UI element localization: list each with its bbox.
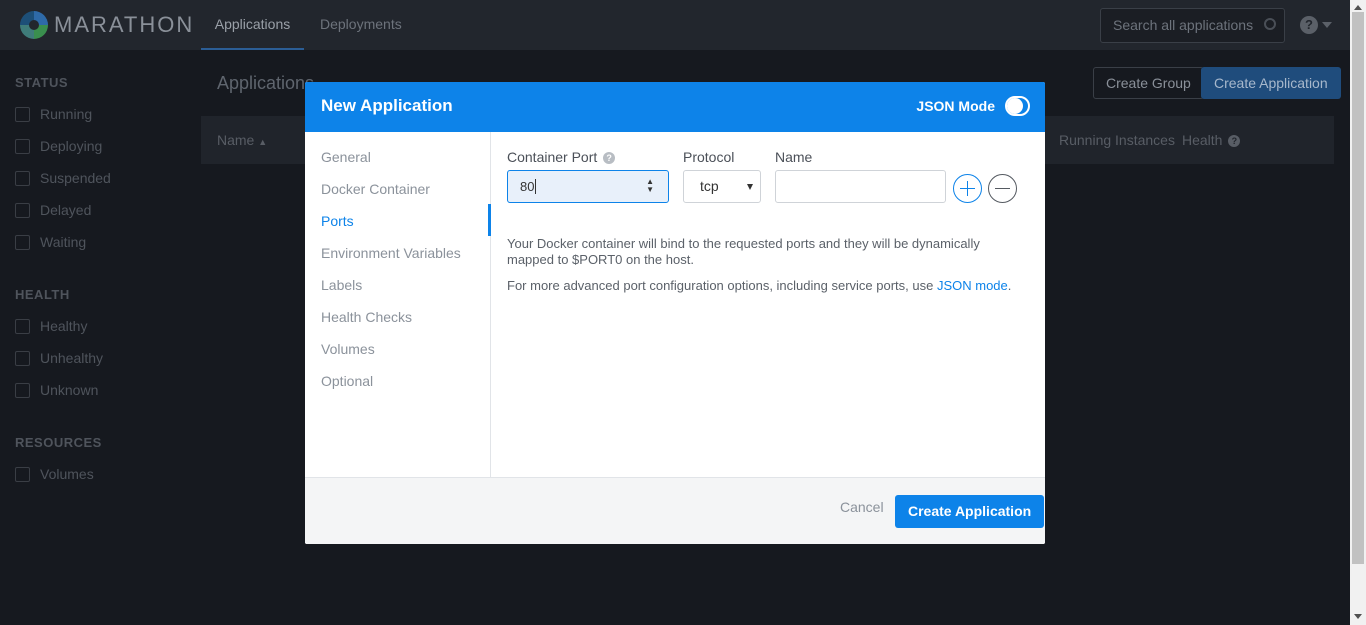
container-port-label: Container Port ?	[507, 149, 616, 165]
filter-label: Delayed	[40, 202, 92, 218]
column-health-label: Health	[1182, 132, 1223, 148]
protocol-select[interactable]: tcp	[683, 170, 761, 203]
filter-unknown[interactable]: Unknown	[15, 382, 98, 398]
page-scrollbar[interactable]	[1350, 0, 1366, 625]
nav-docker-container[interactable]: Docker Container	[321, 181, 430, 197]
health-heading: HEALTH	[15, 287, 70, 302]
minus-icon	[995, 188, 1010, 189]
scroll-down-icon[interactable]	[1354, 614, 1362, 619]
scroll-up-icon[interactable]	[1354, 5, 1362, 10]
status-heading: STATUS	[15, 75, 69, 90]
filter-waiting[interactable]: Waiting	[15, 234, 86, 250]
filter-delayed[interactable]: Delayed	[15, 202, 91, 218]
chevron-down-icon[interactable]	[1322, 22, 1332, 28]
add-port-button[interactable]	[953, 174, 982, 203]
filter-volumes[interactable]: Volumes	[15, 466, 94, 482]
search-placeholder: Search all applications	[1113, 17, 1254, 33]
ports-help-text: Your Docker container will bind to the r…	[507, 236, 980, 267]
new-application-modal: New Application JSON Mode General Docker…	[305, 82, 1045, 544]
text-cursor	[535, 179, 541, 194]
sort-asc-icon: ▲	[258, 137, 268, 147]
create-group-button[interactable]: Create Group	[1093, 67, 1204, 99]
filter-label: Healthy	[40, 318, 88, 334]
checkbox[interactable]	[15, 170, 30, 186]
nav-health-checks[interactable]: Health Checks	[321, 309, 412, 325]
logo-text: MARATHON	[54, 12, 195, 37]
modal-header: New Application JSON Mode	[305, 82, 1045, 132]
json-mode-link[interactable]: JSON mode	[937, 278, 1008, 293]
filter-label: Volumes	[40, 466, 94, 482]
page-title: Applications	[217, 73, 315, 93]
filter-healthy[interactable]: Healthy	[15, 318, 87, 334]
create-application-submit-button[interactable]: Create Application	[895, 495, 1045, 528]
filter-label: Unhealthy	[40, 350, 104, 366]
help-icon: ?	[1228, 135, 1241, 147]
checkbox[interactable]	[15, 202, 30, 218]
top-navbar: MARATHON Applications Deployments Search…	[0, 0, 1350, 50]
advanced-help-suffix: .	[1007, 278, 1012, 293]
marathon-logo[interactable]: MARATHON	[20, 11, 194, 39]
nav-general[interactable]: General	[321, 149, 371, 165]
advanced-help-prefix: For more advanced port configuration opt…	[507, 278, 937, 293]
filter-label: Unknown	[40, 382, 99, 398]
column-running-instances[interactable]: Running Instances	[1059, 116, 1175, 164]
toggle-knob	[1007, 98, 1023, 114]
modal-footer: Cancel Create Application	[305, 477, 1045, 544]
nav-labels[interactable]: Labels	[321, 277, 362, 293]
nav-environment-variables[interactable]: Environment Variables	[321, 245, 461, 261]
modal-title: New Application	[321, 96, 453, 115]
help-icon[interactable]: ?	[603, 152, 616, 164]
checkbox[interactable]	[15, 350, 30, 366]
filter-suspended[interactable]: Suspended	[15, 170, 111, 186]
stepper-down-icon[interactable]: ▼	[646, 186, 654, 194]
protocol-value: tcp	[700, 178, 719, 194]
nav-optional[interactable]: Optional	[321, 373, 373, 389]
resources-heading: RESOURCES	[15, 435, 102, 450]
tab-deployments[interactable]: Deployments	[320, 0, 402, 50]
container-port-value: 80	[520, 179, 535, 194]
create-application-button[interactable]: Create Application	[1201, 67, 1341, 99]
filter-label: Waiting	[40, 234, 87, 250]
filter-label: Suspended	[40, 170, 111, 186]
port-name-input[interactable]	[775, 170, 946, 203]
search-input[interactable]: Search all applications	[1100, 8, 1285, 43]
filter-label: Running	[40, 106, 93, 122]
container-port-input[interactable]: 80 ▲ ▼	[507, 170, 669, 203]
tab-applications[interactable]: Applications	[201, 0, 304, 50]
checkbox[interactable]	[15, 106, 30, 122]
chevron-down-icon	[747, 184, 753, 190]
cancel-button[interactable]: Cancel	[840, 499, 884, 515]
remove-port-button[interactable]	[988, 174, 1017, 203]
protocol-label: Protocol	[683, 149, 735, 165]
column-name[interactable]: Name ▲	[217, 116, 267, 166]
filter-running[interactable]: Running	[15, 106, 92, 122]
filter-unhealthy[interactable]: Unhealthy	[15, 350, 103, 366]
checkbox[interactable]	[15, 382, 30, 398]
checkbox[interactable]	[15, 318, 30, 334]
column-health[interactable]: Health ?	[1182, 116, 1241, 164]
name-label: Name	[775, 149, 813, 165]
filter-label: Deploying	[40, 138, 103, 154]
filter-sidebar: STATUS Running Deploying Suspended Delay…	[0, 50, 200, 625]
ports-panel: Container Port ? Protocol Name 80 ▲ ▼ tc…	[491, 132, 1045, 477]
filter-deploying[interactable]: Deploying	[15, 138, 102, 154]
ports-advanced-help: For more advanced port configuration opt…	[507, 278, 1017, 294]
checkbox[interactable]	[15, 138, 30, 154]
nav-volumes[interactable]: Volumes	[321, 341, 375, 357]
checkbox[interactable]	[15, 466, 30, 482]
container-port-label-text: Container Port	[507, 149, 598, 165]
nav-ports[interactable]: Ports	[321, 213, 354, 229]
checkbox[interactable]	[15, 234, 30, 250]
plus-icon-vertical	[967, 181, 968, 196]
port-stepper[interactable]: ▲ ▼	[646, 178, 654, 194]
marathon-logo-icon	[20, 11, 48, 39]
help-icon[interactable]: ?	[1300, 16, 1318, 34]
modal-section-nav: General Docker Container Ports Environme…	[305, 132, 491, 477]
search-icon	[1264, 18, 1276, 30]
scroll-thumb[interactable]	[1352, 12, 1364, 564]
column-name-label: Name	[217, 132, 255, 148]
json-mode-label: JSON Mode	[916, 98, 995, 114]
json-mode-toggle[interactable]	[1005, 96, 1030, 116]
